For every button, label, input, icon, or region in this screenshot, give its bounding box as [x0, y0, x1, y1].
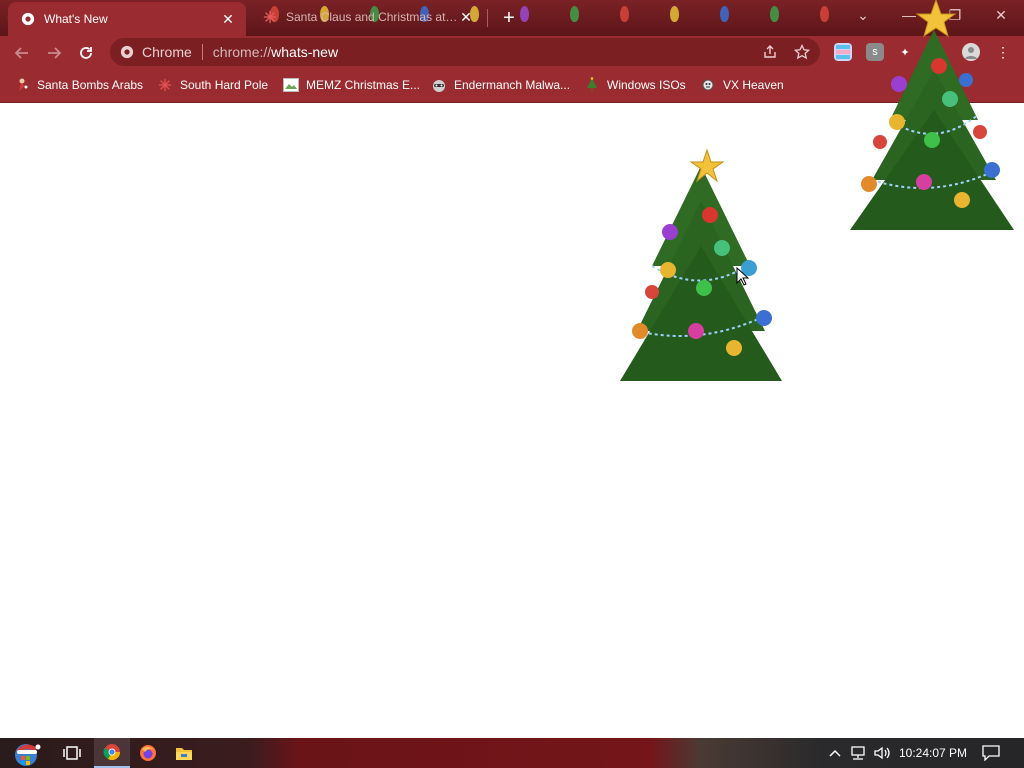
chrome-favicon-icon: [20, 11, 36, 27]
tab-whats-new[interactable]: What's New ✕: [8, 2, 246, 36]
bookmark-windows-isos[interactable]: Windows ISOs: [584, 75, 686, 95]
image-icon: [283, 77, 299, 93]
site-info-chip[interactable]: Chrome: [110, 44, 202, 60]
santa-hat-start-icon: [15, 744, 41, 766]
bookmark-memz-christmas[interactable]: MEMZ Christmas E...: [283, 75, 420, 95]
chrome-logo-icon: [103, 744, 121, 761]
chip-label: Chrome: [142, 44, 192, 60]
snowflake-icon: [157, 77, 173, 93]
tab-separator: [487, 9, 488, 27]
taskbar-firefox[interactable]: [130, 738, 166, 768]
bookmark-star-icon[interactable]: [793, 43, 811, 61]
share-icon[interactable]: [761, 43, 779, 61]
task-view-button[interactable]: [54, 738, 90, 768]
tab-title: What's New: [44, 12, 108, 26]
show-hidden-icons-chevron-icon[interactable]: [826, 745, 844, 761]
url-text: chrome://whats-new: [212, 44, 339, 60]
close-tab-icon[interactable]: ✕: [220, 11, 236, 27]
santa-icon: [14, 77, 30, 93]
bookmark-south-hard-pole[interactable]: South Hard Pole: [157, 75, 268, 95]
windows-taskbar: 10:24:07 PM: [0, 738, 1024, 768]
omnibox-divider: [201, 44, 203, 60]
task-view-icon: [63, 746, 81, 760]
close-tab-icon[interactable]: ✕: [458, 9, 474, 25]
taskbar-chrome[interactable]: [94, 738, 130, 768]
reload-icon: [80, 47, 92, 59]
new-tab-button[interactable]: +: [498, 7, 520, 29]
start-button[interactable]: [6, 738, 46, 768]
taskbar-clock[interactable]: 10:24:07 PM: [896, 738, 970, 768]
forward-arrow-icon: [48, 47, 62, 59]
raccoon-icon: [431, 77, 447, 93]
christmas-tree-sprite: [850, 0, 1014, 230]
action-center-icon[interactable]: [980, 745, 1002, 761]
tab-title: Santa Claus and Christmas at the: [286, 10, 458, 24]
chrome-logo-icon: [120, 45, 134, 59]
reload-button[interactable]: [73, 40, 99, 66]
volume-icon[interactable]: [872, 745, 892, 761]
firefox-logo-icon: [140, 745, 156, 761]
bookmark-endermanch-malware[interactable]: Endermanch Malwa...: [431, 75, 570, 95]
address-bar[interactable]: Chrome chrome://whats-new: [110, 38, 820, 66]
forward-button[interactable]: [41, 40, 67, 66]
taskbar-file-explorer[interactable]: [166, 738, 202, 768]
snowflake-favicon-icon: [262, 9, 278, 25]
virus-icon: [700, 77, 716, 93]
network-icon[interactable]: [848, 745, 868, 761]
tree-icon: [584, 77, 600, 93]
christmas-tree-sprite: [620, 148, 782, 381]
bookmark-santa-bombs-arabs[interactable]: Santa Bombs Arabs: [14, 75, 143, 95]
bookmark-vx-heaven[interactable]: VX Heaven: [700, 75, 784, 95]
mouse-cursor-icon: [736, 267, 750, 286]
back-arrow-icon: [14, 47, 28, 59]
tab-santa-claus[interactable]: Santa Claus and Christmas at the ✕: [252, 0, 484, 34]
folder-icon: [176, 748, 192, 760]
back-button[interactable]: [9, 40, 35, 66]
